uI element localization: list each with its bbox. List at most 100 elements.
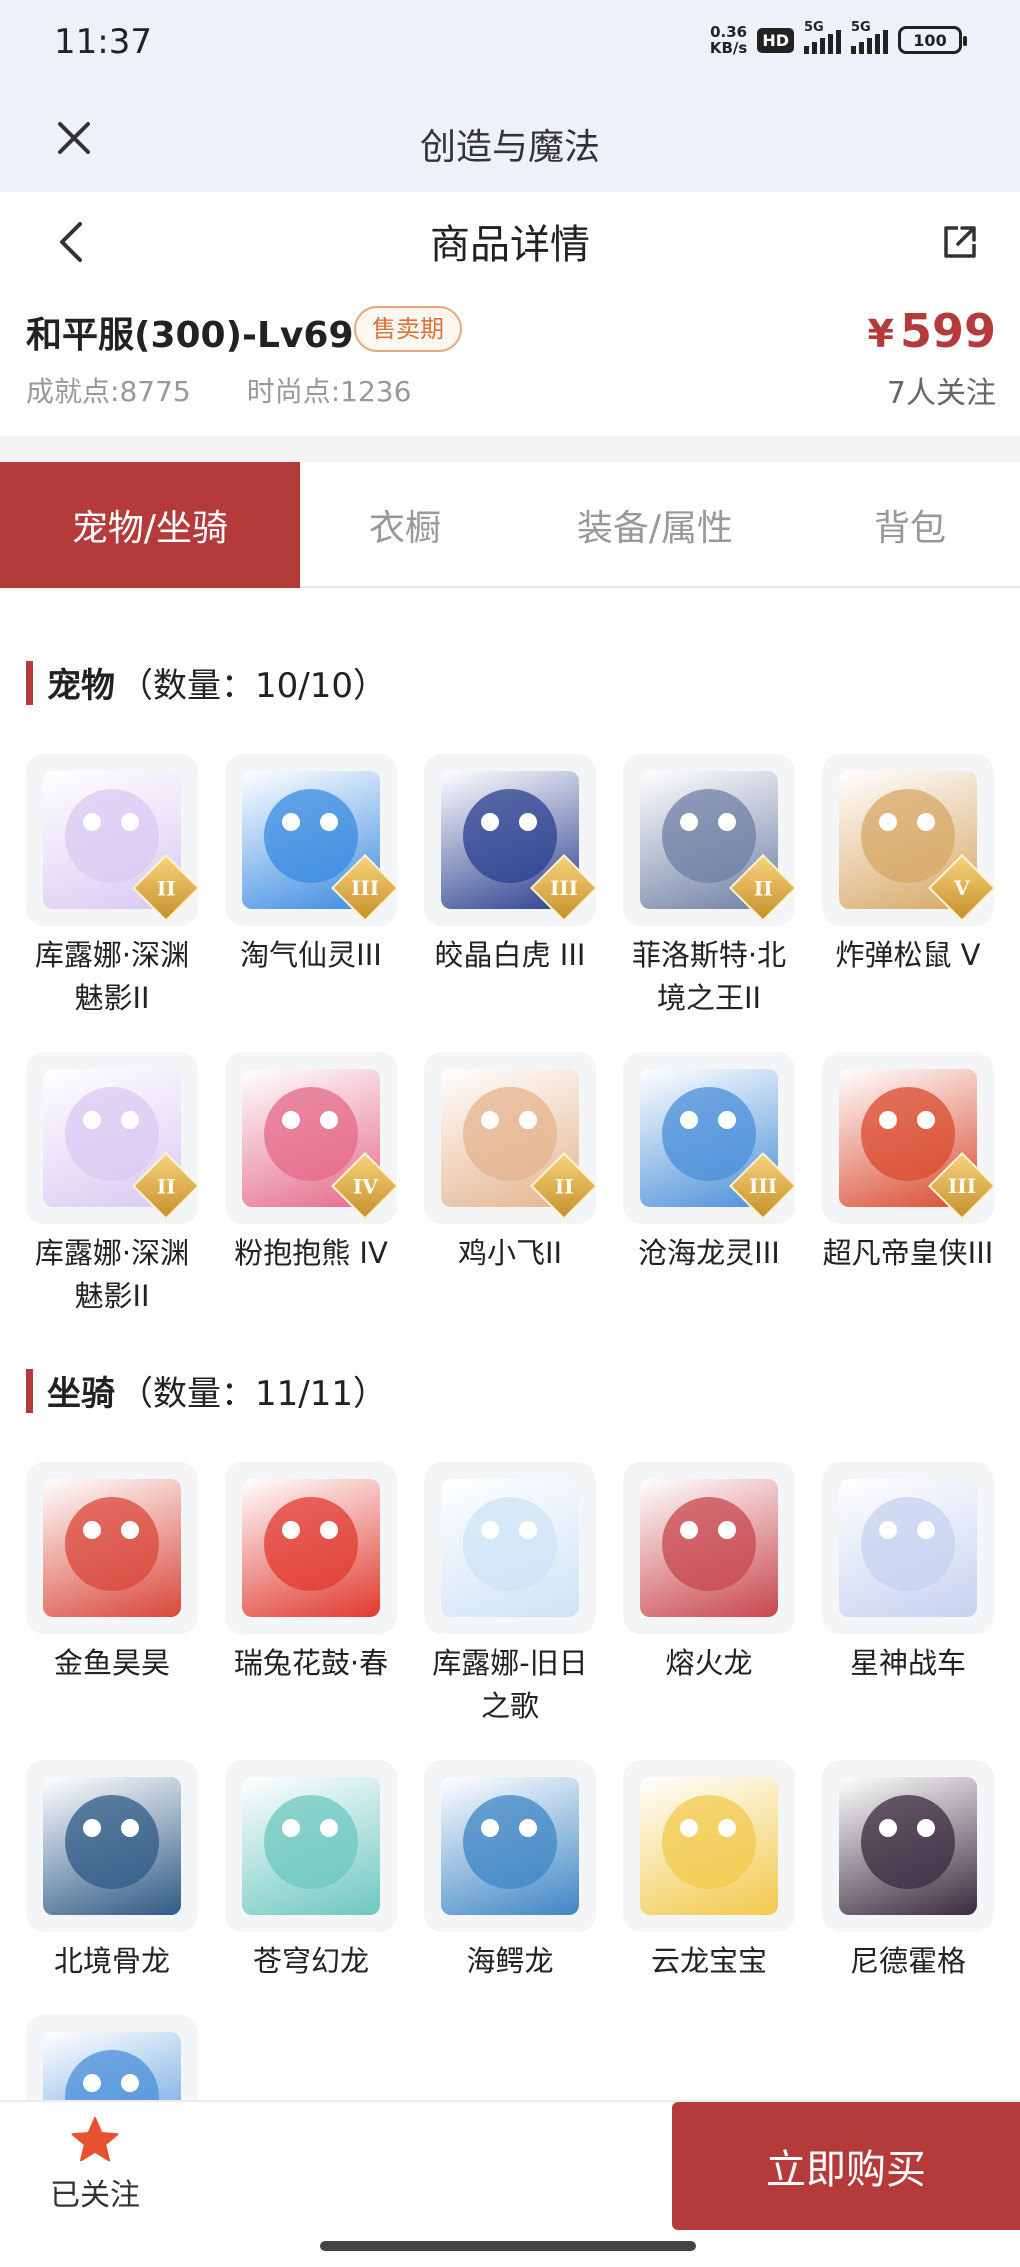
product-name: 和平服(300)-Lv69 xyxy=(26,315,354,356)
pet-thumbnail: III xyxy=(424,754,596,926)
mount-name: 库露娜-旧日之歌 xyxy=(432,1646,588,1723)
rank-label: II xyxy=(156,876,176,900)
mount-card[interactable]: 金鱼昊昊 xyxy=(26,1462,198,1728)
mount-thumbnail xyxy=(26,1760,198,1932)
mount-image xyxy=(43,1777,181,1915)
pet-thumbnail: V xyxy=(822,754,994,926)
mount-card[interactable]: 瑞兔花鼓·春 xyxy=(225,1462,397,1728)
mount-thumbnail xyxy=(623,1462,795,1634)
mount-image xyxy=(839,1479,977,1617)
pet-thumbnail: II xyxy=(623,754,795,926)
share-button[interactable] xyxy=(930,212,990,272)
pets-grid: II 库露娜·深渊魅影II III 淘气仙灵III III 皎晶白虎 III II 菲洛斯特·… xyxy=(26,754,996,1318)
divider xyxy=(0,436,1020,462)
rank-label: III xyxy=(549,875,579,900)
rank-label: II xyxy=(156,1174,176,1198)
mount-name: 北境骨龙 xyxy=(53,1944,170,1978)
product-info: 和平服(300)-Lv69 售卖期 成就点:8775 时尚点:1236 ¥599… xyxy=(0,292,1020,436)
pet-card[interactable]: II 菲洛斯特·北境之王II xyxy=(623,754,795,1020)
bottom-action-bar: 已关注 立即购买 xyxy=(0,2100,1020,2230)
mount-thumbnail xyxy=(822,1462,994,1634)
mount-thumbnail xyxy=(225,1760,397,1932)
fashion-label: 时尚点: xyxy=(246,375,341,408)
home-indicator[interactable] xyxy=(320,2241,696,2251)
tab-wardrobe[interactable]: 衣橱 xyxy=(300,462,510,588)
mount-card[interactable]: 库露娜-旧日之歌 xyxy=(424,1462,596,1728)
mount-card[interactable]: 海鳄龙 xyxy=(424,1760,596,1983)
tab-equipment[interactable]: 装备/属性 xyxy=(510,462,800,588)
rank-label: V xyxy=(954,876,970,900)
pets-count: （数量：10/10） xyxy=(119,666,387,706)
mount-card[interactable]: 北境骨龙 xyxy=(26,1760,198,1983)
pet-card[interactable]: III 沧海龙灵III xyxy=(623,1052,795,1318)
pet-card[interactable]: IV 粉抱抱熊 IV xyxy=(225,1052,397,1318)
tab-pets-mounts[interactable]: 宠物/坐骑 xyxy=(0,462,300,588)
pet-card[interactable]: III 淘气仙灵III xyxy=(225,754,397,1020)
tab-bar: 宠物/坐骑 衣橱 装备/属性 背包 xyxy=(0,462,1020,588)
mount-card[interactable]: 熔火龙 xyxy=(623,1462,795,1728)
pet-thumbnail: III xyxy=(822,1052,994,1224)
section-marker xyxy=(26,660,33,705)
mount-image xyxy=(839,1777,977,1915)
pet-name: 淘气仙灵III xyxy=(240,938,382,972)
mount-card[interactable]: 尼德霍格 xyxy=(822,1760,994,1983)
signal-icon: 5G xyxy=(851,20,888,54)
mount-image xyxy=(640,1777,778,1915)
mount-name: 苍穹幻龙 xyxy=(252,1944,369,1978)
status-bar: 11:37 0.36 KB/s HD 5G 5G 100 xyxy=(0,0,1020,88)
mounts-grid: 金鱼昊昊 瑞兔花鼓·春 库露娜-旧日之歌 熔火龙 星神战车北境骨龙 苍穹幻龙 海鳄龙 云龙宝宝… xyxy=(26,1462,996,2187)
pet-thumbnail: IV xyxy=(225,1052,397,1224)
network-speed: 0.36 KB/s xyxy=(710,24,747,56)
pet-thumbnail: II xyxy=(26,1052,198,1224)
mount-card[interactable]: 星神战车 xyxy=(822,1462,994,1728)
mount-card[interactable]: 苍穹幻龙 xyxy=(225,1760,397,1983)
signal-label: 5G xyxy=(804,20,824,35)
mount-thumbnail xyxy=(623,1760,795,1932)
app-title-bar: 创造与魔法 xyxy=(0,88,1020,192)
rank-label: IV xyxy=(352,1174,378,1198)
pets-title: 宠物 xyxy=(47,666,115,706)
mount-name: 熔火龙 xyxy=(665,1646,753,1680)
achievement-label: 成就点: xyxy=(26,375,120,408)
mount-image xyxy=(441,1479,579,1617)
battery-icon: 100 xyxy=(898,26,967,54)
rank-label: II xyxy=(554,1174,574,1198)
pet-card[interactable]: III 皎晶白虎 III xyxy=(424,754,596,1020)
tab-backpack[interactable]: 背包 xyxy=(800,462,1020,588)
pets-section-title: 宠物 （数量：10/10） xyxy=(26,658,387,707)
network-speed-value: 0.36 xyxy=(710,23,748,41)
rank-label: III xyxy=(748,1173,778,1198)
buy-now-button[interactable]: 立即购买 xyxy=(672,2102,1020,2230)
follower-count: 7人关注 xyxy=(886,376,996,411)
follow-button[interactable]: 已关注 xyxy=(40,2116,150,2214)
mount-thumbnail xyxy=(424,1760,596,1932)
pet-thumbnail: II xyxy=(26,754,198,926)
section-marker xyxy=(26,1368,33,1413)
signal-icon: 5G xyxy=(804,20,841,54)
pet-card[interactable]: V 炸弹松鼠 V xyxy=(822,754,994,1020)
achievement-points: 成就点:8775 xyxy=(26,370,191,410)
achievement-value: 8775 xyxy=(119,375,191,408)
page: 11:37 0.36 KB/s HD 5G 5G 100 创造与魔法 商品详情 … xyxy=(0,0,1020,2267)
pet-name: 菲洛斯特·北境之王II xyxy=(631,938,787,1015)
currency-symbol: ¥ xyxy=(867,312,894,356)
mount-thumbnail xyxy=(225,1462,397,1634)
pet-card[interactable]: II 库露娜·深渊魅影II xyxy=(26,754,198,1020)
pet-card[interactable]: III 超凡帝皇侠III xyxy=(822,1052,994,1318)
pet-card[interactable]: II 鸡小飞II xyxy=(424,1052,596,1318)
mount-name: 瑞兔花鼓·春 xyxy=(233,1646,389,1680)
mount-name: 尼德霍格 xyxy=(849,1944,966,1978)
pet-card[interactable]: II 库露娜·深渊魅影II xyxy=(26,1052,198,1318)
mount-thumbnail xyxy=(424,1462,596,1634)
pet-name: 沧海龙灵III xyxy=(638,1236,780,1270)
hd-icon: HD xyxy=(757,27,794,53)
pet-name: 库露娜·深渊魅影II xyxy=(34,1236,190,1313)
pet-name: 炸弹松鼠 V xyxy=(835,938,981,972)
star-icon xyxy=(71,2117,119,2162)
network-speed-unit: KB/s xyxy=(709,39,748,57)
app-title: 创造与魔法 xyxy=(419,127,600,168)
mounts-count: （数量：11/11） xyxy=(119,1374,387,1414)
mount-name: 云龙宝宝 xyxy=(650,1944,767,1978)
mount-card[interactable]: 云龙宝宝 xyxy=(623,1760,795,1983)
pet-name: 库露娜·深渊魅影II xyxy=(34,938,190,1015)
